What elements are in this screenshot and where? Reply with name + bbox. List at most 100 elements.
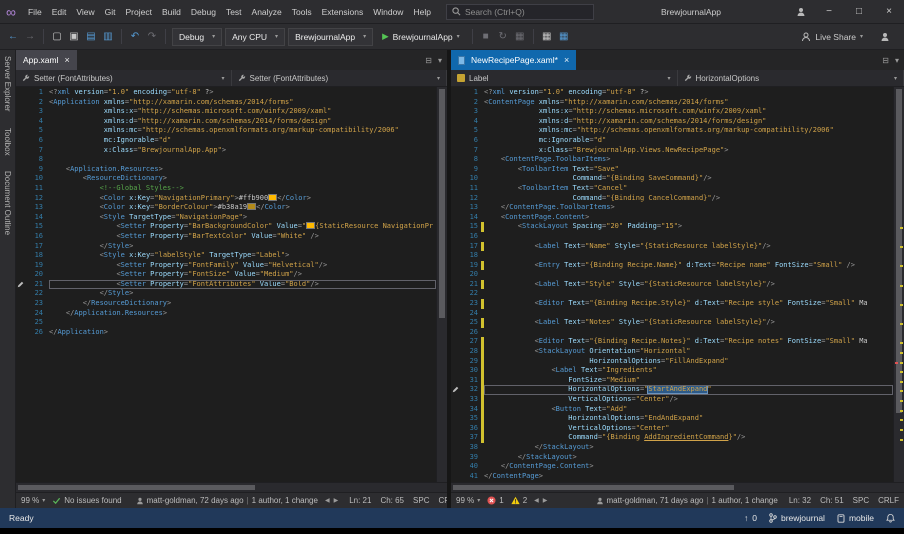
next-change-icon[interactable]: ▶ bbox=[543, 497, 548, 504]
git-blame-info[interactable]: matt-goldman, 72 days ago | 1 author, 1 … bbox=[136, 496, 318, 505]
unpushed-commits[interactable]: ↑ 0 bbox=[744, 513, 757, 523]
scrollbar-thumb[interactable] bbox=[896, 89, 902, 413]
code-line[interactable]: 15 <StackLayout Spacing="20" Padding="15… bbox=[451, 222, 893, 232]
code-line[interactable]: 23 <Editor Text="{Binding Recipe.Style}"… bbox=[451, 299, 893, 309]
code-line[interactable]: 18 <Style x:Key="labelStyle" TargetType=… bbox=[16, 251, 436, 261]
split-window-icon[interactable]: ⊟ bbox=[882, 56, 889, 65]
split-window-icon[interactable]: ⊟ bbox=[425, 56, 432, 65]
line-indicator[interactable]: Ln: 21 bbox=[349, 496, 371, 505]
code-line[interactable]: 26 bbox=[451, 328, 893, 338]
horizontal-scrollbar-right[interactable] bbox=[451, 482, 904, 492]
code-line[interactable]: 5 xmlns:mc="http://schemas.openxmlformat… bbox=[451, 126, 893, 136]
code-line[interactable]: 1<?xml version="1.0" encoding="utf-8" ?> bbox=[16, 88, 436, 98]
code-line[interactable]: 13 </ContentPage.ToolbarItems> bbox=[451, 203, 893, 213]
git-blame-info[interactable]: matt-goldman, 71 days ago | 1 author, 1 … bbox=[596, 496, 778, 505]
code-line[interactable]: 26</Application> bbox=[16, 328, 436, 338]
code-line[interactable]: 29 HorizontalOptions="FillAndExpand" bbox=[451, 357, 893, 367]
vertical-scrollbar-right[interactable] bbox=[893, 87, 904, 482]
code-line[interactable]: 9 <Application.Resources> bbox=[16, 165, 436, 175]
code-line[interactable]: 21 <Label Text="Style" Style="{StaticRes… bbox=[451, 280, 893, 290]
code-line[interactable]: 16 bbox=[451, 232, 893, 242]
navbar-type-dropdown[interactable]: Setter (FontAttributes) ▾ bbox=[16, 70, 232, 86]
undo-icon[interactable]: ↶ bbox=[128, 27, 142, 47]
code-line[interactable]: 12 <Color x:Key="NavigationPrimary">#ffb… bbox=[16, 194, 436, 204]
feedback-icon[interactable] bbox=[788, 7, 814, 17]
code-line[interactable]: 17 </Style> bbox=[16, 242, 436, 252]
menu-analyze[interactable]: Analyze bbox=[247, 0, 287, 24]
redo-icon[interactable]: ↷ bbox=[145, 27, 159, 47]
indent-mode[interactable]: SPC bbox=[853, 496, 869, 505]
code-line[interactable]: 20 <Setter Property="FontSize" Value="Me… bbox=[16, 270, 436, 280]
scrollbar-thumb[interactable] bbox=[439, 89, 445, 318]
code-line[interactable]: 10 <ResourceDictionary> bbox=[16, 174, 436, 184]
code-line[interactable]: 6 mc:Ignorable="d" bbox=[451, 136, 893, 146]
code-line[interactable]: 8 <ContentPage.ToolbarItems> bbox=[451, 155, 893, 165]
start-debugging-button[interactable]: ▶ BrewjournalApp ▾ bbox=[376, 28, 466, 46]
code-line[interactable]: 18 bbox=[451, 251, 893, 261]
find-in-files-icon[interactable]: ▦ bbox=[540, 27, 554, 47]
open-file-icon[interactable]: ▣ bbox=[67, 27, 81, 47]
code-line[interactable]: 8 bbox=[16, 155, 436, 165]
code-line[interactable]: 6 mc:Ignorable="d" bbox=[16, 136, 436, 146]
code-line[interactable]: 34 <Button Text="Add" bbox=[451, 405, 893, 415]
navbar-member-dropdown[interactable]: HorizontalOptions ▾ bbox=[678, 70, 904, 86]
code-line[interactable]: 28 <StackLayout Orientation="Horizontal" bbox=[451, 347, 893, 357]
maximize-button[interactable]: □ bbox=[844, 0, 874, 24]
indent-mode[interactable]: SPC bbox=[413, 496, 429, 505]
solution-configuration-dropdown[interactable]: Debug ▾ bbox=[172, 28, 222, 46]
code-line[interactable]: 25 bbox=[16, 318, 436, 328]
code-line[interactable]: 40 </ContentPage.Content> bbox=[451, 462, 893, 472]
code-line[interactable]: 24 </Application.Resources> bbox=[16, 309, 436, 319]
code-line[interactable]: 39 </StackLayout> bbox=[451, 453, 893, 463]
code-editor-left[interactable]: 1<?xml version="1.0" encoding="utf-8" ?>… bbox=[16, 87, 436, 482]
column-indicator[interactable]: Ch: 51 bbox=[820, 496, 844, 505]
code-line[interactable]: 36 VerticalOptions="Center" bbox=[451, 424, 893, 434]
scrollbar-thumb[interactable] bbox=[18, 485, 255, 490]
menu-window[interactable]: Window bbox=[368, 0, 408, 24]
prev-change-icon[interactable]: ◀ bbox=[325, 497, 330, 504]
code-line[interactable]: 9 <ToolbarItem Text="Save" bbox=[451, 165, 893, 175]
horizontal-scrollbar-left[interactable] bbox=[16, 482, 447, 492]
code-line[interactable]: 2<ContentPage xmlns="http://xamarin.com/… bbox=[451, 98, 893, 108]
code-line[interactable]: 21 <Setter Property="FontAttributes" Val… bbox=[16, 280, 436, 290]
tool-tab-toolbox[interactable]: Toolbox bbox=[3, 128, 12, 156]
code-line[interactable]: 5 xmlns:mc="http://schemas.openxmlformat… bbox=[16, 126, 436, 136]
menu-help[interactable]: Help bbox=[408, 0, 435, 24]
save-icon[interactable]: ▤ bbox=[84, 27, 98, 47]
tab-overflow-icon[interactable]: ▾ bbox=[895, 56, 899, 65]
minimize-button[interactable]: − bbox=[814, 0, 844, 24]
code-line[interactable]: 32 HorizontalOptions="StartAndExpand" bbox=[451, 385, 893, 395]
code-line[interactable]: 11 <ToolbarItem Text="Cancel" bbox=[451, 184, 893, 194]
menu-extensions[interactable]: Extensions bbox=[317, 0, 369, 24]
search-box[interactable]: Search (Ctrl+Q) bbox=[446, 4, 594, 20]
code-line[interactable]: 17 <Label Text="Name" Style="{StaticReso… bbox=[451, 242, 893, 252]
scrollbar-thumb[interactable] bbox=[453, 485, 734, 490]
code-line[interactable]: 3 xmlns:x="http://schemas.microsoft.com/… bbox=[16, 107, 436, 117]
startup-project-dropdown[interactable]: BrewjournalApp ▾ bbox=[288, 28, 373, 46]
code-line[interactable]: 16 <Setter Property="BarTextColor" Value… bbox=[16, 232, 436, 242]
code-line[interactable]: 41</ContentPage> bbox=[451, 472, 893, 482]
code-line[interactable]: 31 FontSize="Medium" bbox=[451, 376, 893, 386]
attach-process-icon[interactable]: ▦ bbox=[557, 27, 571, 47]
notifications-bell-icon[interactable] bbox=[886, 513, 895, 523]
code-line[interactable]: 11 <!--Global Styles--> bbox=[16, 184, 436, 194]
navigate-back-icon[interactable]: ← bbox=[6, 27, 20, 47]
git-branch[interactable]: brewjournal bbox=[769, 513, 825, 523]
code-line[interactable]: 10 Command="{Binding SaveCommand}"/> bbox=[451, 174, 893, 184]
new-file-icon[interactable]: ▢ bbox=[50, 27, 64, 47]
live-share-button[interactable]: Live Share ▾ bbox=[795, 32, 869, 42]
navigate-forward-icon[interactable]: → bbox=[23, 27, 37, 47]
navbar-member-dropdown[interactable]: Setter (FontAttributes) ▾ bbox=[232, 70, 448, 86]
zoom-control[interactable]: 99 % ▾ bbox=[21, 496, 45, 505]
code-line[interactable]: 25 <Label Text="Notes" Style="{StaticRes… bbox=[451, 318, 893, 328]
code-line[interactable]: 2<Application xmlns="http://xamarin.com/… bbox=[16, 98, 436, 108]
solution-platform-dropdown[interactable]: Any CPU ▾ bbox=[225, 28, 285, 46]
save-all-icon[interactable]: ▥ bbox=[101, 27, 115, 47]
menu-tools[interactable]: Tools bbox=[287, 0, 317, 24]
code-line[interactable]: 14 <Style TargetType="NavigationPage"> bbox=[16, 213, 436, 223]
menu-build[interactable]: Build bbox=[157, 0, 186, 24]
code-line[interactable]: 38 </StackLayout> bbox=[451, 443, 893, 453]
code-line[interactable]: 19 <Entry Text="{Binding Recipe.Name}" d… bbox=[451, 261, 893, 271]
code-editor-right[interactable]: 1<?xml version="1.0" encoding="utf-8" ?>… bbox=[451, 87, 893, 482]
code-line[interactable]: 1<?xml version="1.0" encoding="utf-8" ?> bbox=[451, 88, 893, 98]
